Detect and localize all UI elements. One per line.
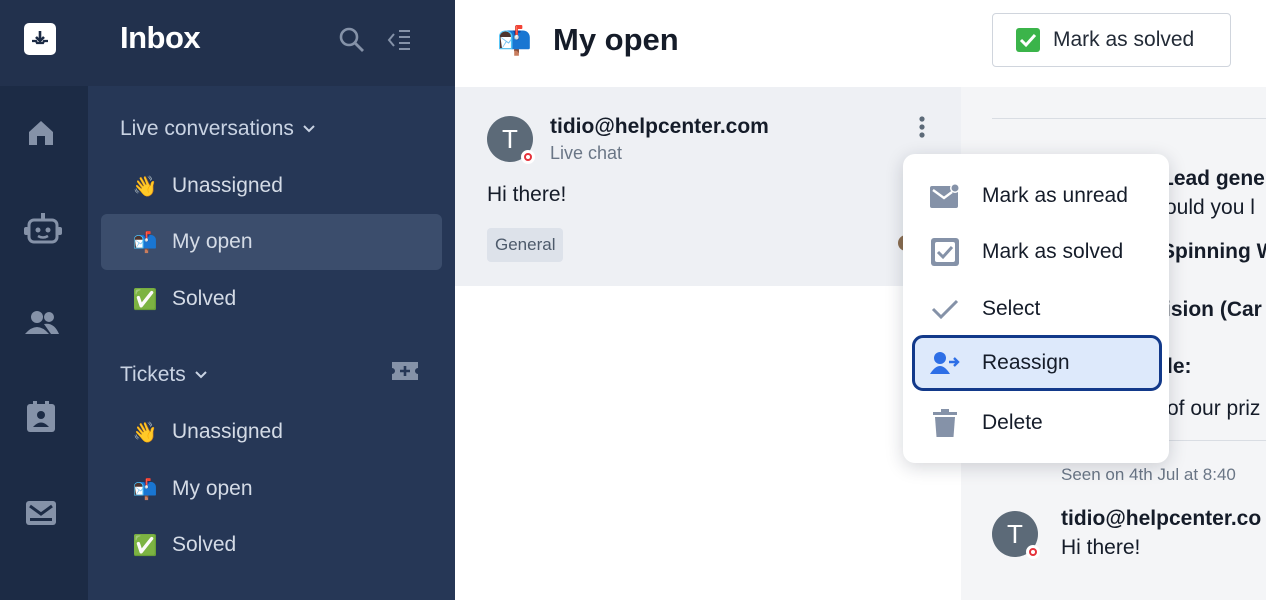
message-line: le: — [1167, 355, 1192, 378]
inbox-sidebar: Inbox Live conversations 👋 Unassigned 📬 … — [88, 0, 455, 600]
check-mark-button-icon: ✅ — [132, 288, 158, 311]
contacts-icon[interactable] — [24, 306, 59, 340]
conversation-tag[interactable]: General — [487, 228, 564, 262]
section-label: Tickets — [120, 363, 186, 386]
sidebar-header: Inbox — [88, 0, 455, 86]
conversation-channel: Live chat — [550, 143, 623, 163]
nav-label: Solved — [172, 287, 237, 310]
menu-label: Select — [982, 297, 1041, 320]
search-icon[interactable] — [338, 26, 366, 59]
avatar-letter: T — [502, 123, 518, 154]
menu-item-reassign[interactable]: Reassign — [912, 335, 1162, 391]
nav-label: Unassigned — [172, 420, 283, 443]
home-icon[interactable] — [24, 116, 58, 150]
tickets-icon[interactable] — [24, 400, 58, 434]
sender-email: tidio@helpcenter.co — [1061, 507, 1262, 530]
status-dot — [1026, 545, 1040, 559]
status-dot — [521, 150, 535, 164]
more-options-icon[interactable] — [910, 114, 934, 142]
message-line: ould you l — [1165, 196, 1255, 219]
message-text: Hi there! — [1061, 536, 1141, 559]
mail-icon[interactable] — [24, 496, 58, 530]
collapse-sidebar-icon[interactable] — [386, 28, 414, 57]
mailbox-icon: 📬 — [132, 478, 158, 501]
conversation-email: tidio@helpcenter.com — [550, 115, 769, 138]
message-line: of our priz — [1167, 397, 1261, 420]
inbox-logo-icon[interactable] — [24, 23, 56, 55]
mark-as-solved-label: Mark as solved — [1053, 28, 1195, 51]
menu-item-mark-as-solved[interactable]: Mark as solved — [903, 224, 1169, 280]
conversation-list-panel: 📬 My open T tidio@helpcenter.com Live ch… — [455, 0, 961, 600]
menu-label: Mark as solved — [982, 240, 1124, 263]
sidebar-title: Inbox — [120, 20, 201, 55]
green-check-box-icon — [1016, 28, 1040, 52]
message-line: Spinning W — [1161, 240, 1266, 263]
trash-icon — [930, 408, 960, 438]
nav-ticket-solved[interactable]: ✅ Solved — [101, 517, 442, 573]
nav-label: My open — [172, 230, 253, 253]
checkmark-icon — [930, 294, 960, 324]
bot-icon[interactable] — [24, 210, 62, 244]
nav-live-my-open[interactable]: 📬 My open — [101, 214, 442, 270]
add-ticket-icon[interactable] — [390, 359, 420, 388]
menu-item-mark-as-unread[interactable]: Mark as unread — [903, 168, 1169, 224]
divider — [992, 118, 1266, 119]
tickets-section[interactable]: Tickets — [120, 363, 208, 387]
live-conversations-section[interactable]: Live conversations — [120, 117, 316, 141]
icon-rail — [0, 0, 88, 600]
mailbox-icon: 📬 — [132, 231, 158, 254]
seen-status: Seen on 4th Jul at 8:40 — [1061, 465, 1236, 484]
conversation-context-menu: Mark as unread Mark as solved Select Rea… — [903, 154, 1169, 463]
page-title: My open — [553, 22, 679, 57]
nav-label: My open — [172, 477, 253, 500]
nav-ticket-my-open[interactable]: 📬 My open — [101, 461, 442, 517]
waving-hand-icon: 👋 — [132, 175, 158, 198]
menu-item-delete[interactable]: Delete — [903, 395, 1169, 451]
check-box-icon — [930, 237, 960, 267]
waving-hand-icon: 👋 — [132, 421, 158, 444]
conversation-item[interactable]: T tidio@helpcenter.com Live chat Hi ther… — [455, 87, 961, 286]
avatar-letter: T — [1007, 518, 1023, 549]
message-line: Lead gene — [1161, 167, 1265, 190]
conversation-preview: Hi there! — [487, 183, 567, 206]
detail-header: Mark as solved — [961, 0, 1266, 87]
nav-ticket-unassigned[interactable]: 👋 Unassigned — [101, 404, 442, 460]
mail-unread-icon — [930, 181, 960, 211]
mailbox-icon: 📬 — [497, 25, 532, 56]
nav-live-unassigned[interactable]: 👋 Unassigned — [101, 158, 442, 214]
chevron-down-icon — [195, 371, 207, 379]
nav-label: Unassigned — [172, 174, 283, 197]
menu-label: Reassign — [982, 351, 1070, 374]
section-label: Live conversations — [120, 117, 294, 140]
menu-label: Mark as unread — [982, 184, 1128, 207]
menu-label: Delete — [982, 411, 1043, 434]
nav-label: Solved — [172, 533, 237, 556]
chevron-down-icon — [303, 125, 315, 133]
sidebar-body: Live conversations 👋 Unassigned 📬 My ope… — [88, 86, 455, 600]
menu-item-select[interactable]: Select — [903, 281, 1169, 337]
nav-live-solved[interactable]: ✅ Solved — [101, 271, 442, 327]
list-header: 📬 My open — [455, 0, 961, 87]
mark-as-solved-button[interactable]: Mark as solved — [992, 13, 1231, 67]
check-mark-button-icon: ✅ — [132, 534, 158, 557]
divider — [1166, 440, 1266, 441]
message-line: ision (Car — [1165, 298, 1262, 321]
reassign-user-icon — [930, 348, 960, 378]
